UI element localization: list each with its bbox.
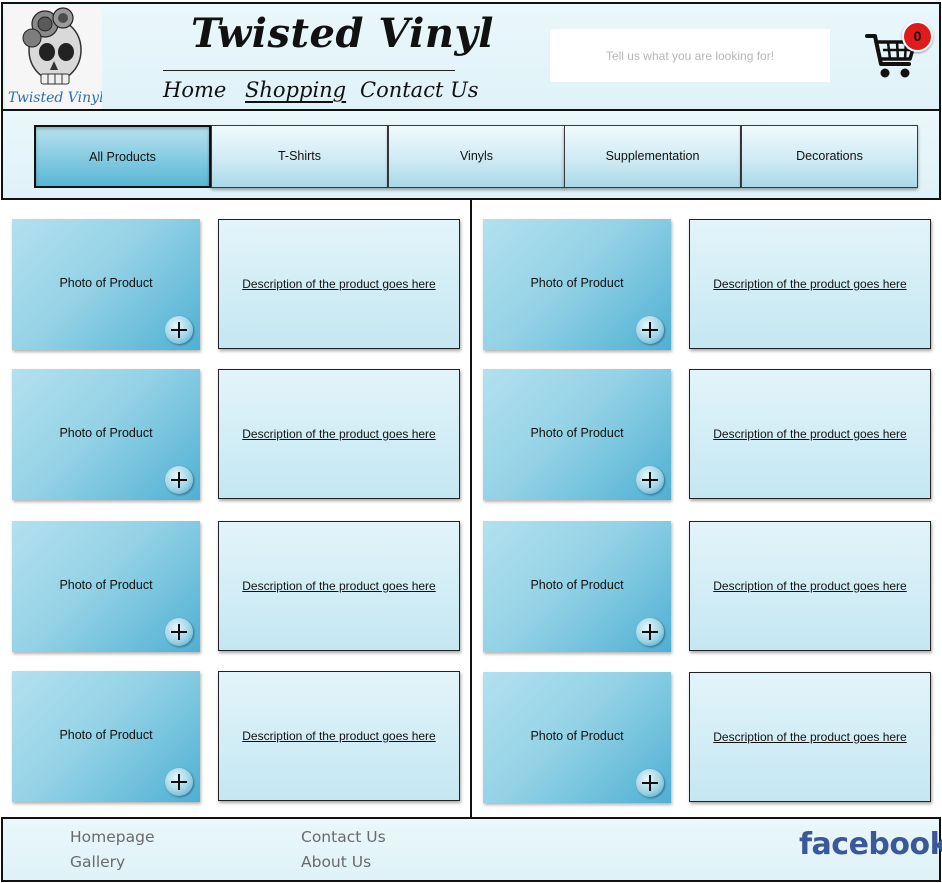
product-description-link[interactable]: Description of the product goes here xyxy=(219,729,459,743)
product-description-card: Description of the product goes here xyxy=(218,521,460,651)
tab-decorations[interactable]: Decorations xyxy=(741,125,918,188)
product-photo[interactable]: Photo of Product xyxy=(12,521,200,652)
category-tabs: All Products T-Shirts Vinyls Supplementa… xyxy=(1,109,941,200)
product-photo[interactable]: Photo of Product xyxy=(483,369,671,500)
brand-divider xyxy=(163,70,455,71)
product-description-card: Description of the product goes here xyxy=(218,369,460,499)
product-photo-label: Photo of Product xyxy=(59,426,153,440)
product-description-link[interactable]: Description of the product goes here xyxy=(219,277,459,291)
site-footer: Homepage Gallery Contact Us About Us fac… xyxy=(1,817,942,882)
product-photo-label: Photo of Product xyxy=(530,729,624,743)
add-to-cart-plus-icon[interactable] xyxy=(165,618,193,646)
product-description-card: Description of the product goes here xyxy=(218,219,460,349)
tab-t-shirts[interactable]: T-Shirts xyxy=(211,125,388,188)
product-description-card: Description of the product goes here xyxy=(689,672,931,802)
product-description-link[interactable]: Description of the product goes here xyxy=(690,579,930,593)
footer-gallery-link[interactable]: Gallery xyxy=(70,853,125,871)
product-photo-label: Photo of Product xyxy=(59,728,153,742)
product-description-link[interactable]: Description of the product goes here xyxy=(690,277,930,291)
product-photo[interactable]: Photo of Product xyxy=(12,219,200,350)
product-description-link[interactable]: Description of the product goes here xyxy=(690,427,930,441)
product-photo-label: Photo of Product xyxy=(59,276,153,290)
product-description-card: Description of the product goes here xyxy=(689,369,931,499)
product-description-card: Description of the product goes here xyxy=(689,521,931,651)
add-to-cart-plus-icon[interactable] xyxy=(636,466,664,494)
tab-all-products[interactable]: All Products xyxy=(34,125,211,188)
tab-supplementation[interactable]: Supplementation xyxy=(564,125,741,188)
facebook-logo-link[interactable]: facebook xyxy=(799,827,942,862)
nav-shopping-link[interactable]: Shopping xyxy=(245,78,346,102)
tab-vinyls[interactable]: Vinyls xyxy=(388,125,565,188)
product-description-link[interactable]: Description of the product goes here xyxy=(219,427,459,441)
cart-count-badge: 0 xyxy=(902,21,933,52)
add-to-cart-plus-icon[interactable] xyxy=(636,316,664,344)
product-photo-label: Photo of Product xyxy=(59,578,153,592)
skull-icon xyxy=(22,7,82,85)
product-photo[interactable]: Photo of Product xyxy=(12,369,200,500)
nav-contact-link[interactable]: Contact Us xyxy=(360,78,479,102)
product-photo-label: Photo of Product xyxy=(530,578,624,592)
product-photo[interactable]: Photo of Product xyxy=(12,671,200,802)
search-input[interactable] xyxy=(550,29,830,82)
product-description-card: Description of the product goes here xyxy=(689,219,931,349)
product-description-card: Description of the product goes here xyxy=(218,671,460,801)
column-divider xyxy=(470,199,472,819)
product-photo[interactable]: Photo of Product xyxy=(483,219,671,350)
footer-homepage-link[interactable]: Homepage xyxy=(70,828,155,846)
footer-about-link[interactable]: About Us xyxy=(301,853,371,871)
logo[interactable]: Twisted Vinyl xyxy=(5,6,102,109)
product-photo-label: Photo of Product xyxy=(530,276,624,290)
site-header: Twisted Vinyl Twisted Vinyl Home Shoppin… xyxy=(1,2,941,110)
add-to-cart-plus-icon[interactable] xyxy=(165,316,193,344)
product-description-link[interactable]: Description of the product goes here xyxy=(690,730,930,744)
brand-title: Twisted Vinyl xyxy=(191,10,494,57)
product-photo-label: Photo of Product xyxy=(530,426,624,440)
add-to-cart-plus-icon[interactable] xyxy=(636,769,664,797)
add-to-cart-plus-icon[interactable] xyxy=(165,466,193,494)
footer-contact-link[interactable]: Contact Us xyxy=(301,828,386,846)
add-to-cart-plus-icon[interactable] xyxy=(636,618,664,646)
product-photo[interactable]: Photo of Product xyxy=(483,521,671,652)
product-description-link[interactable]: Description of the product goes here xyxy=(219,579,459,593)
add-to-cart-plus-icon[interactable] xyxy=(165,768,193,796)
logo-text: Twisted Vinyl xyxy=(8,90,102,106)
product-photo[interactable]: Photo of Product xyxy=(483,672,671,803)
nav-home-link[interactable]: Home xyxy=(163,78,226,102)
